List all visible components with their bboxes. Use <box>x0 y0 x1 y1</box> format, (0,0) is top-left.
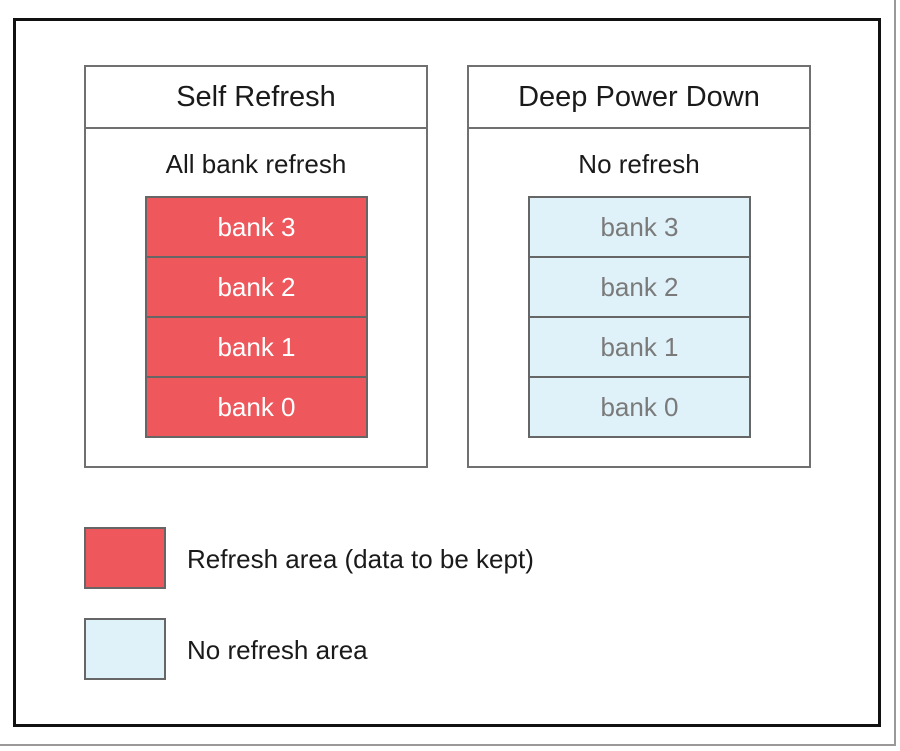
bank-stack: bank 3 bank 2 bank 1 bank 0 <box>145 196 368 438</box>
legend-label-no-refresh: No refresh area <box>187 635 368 665</box>
self-refresh-panel: Self Refresh All bank refresh bank 3 ban… <box>84 65 428 468</box>
bank-1: bank 1 <box>147 316 366 376</box>
bank-3: bank 3 <box>147 198 366 256</box>
panel-subtitle: All bank refresh <box>165 149 347 179</box>
legend-swatch-refresh <box>84 527 166 589</box>
bank-stack: bank 3 bank 2 bank 1 bank 0 <box>528 196 751 438</box>
bank-0: bank 0 <box>530 376 749 436</box>
bank-3: bank 3 <box>530 198 749 256</box>
legend-swatch-no-refresh <box>84 618 166 680</box>
panel-subtitle: No refresh <box>578 149 700 179</box>
bank-2: bank 2 <box>530 256 749 316</box>
bank-2: bank 2 <box>147 256 366 316</box>
panel-title: Deep Power Down <box>469 67 809 129</box>
legend-label-refresh: Refresh area (data to be kept) <box>187 544 534 574</box>
bank-0: bank 0 <box>147 376 366 436</box>
deep-power-down-panel: Deep Power Down No refresh bank 3 bank 2… <box>467 65 811 468</box>
bank-1: bank 1 <box>530 316 749 376</box>
panel-title: Self Refresh <box>86 67 426 129</box>
